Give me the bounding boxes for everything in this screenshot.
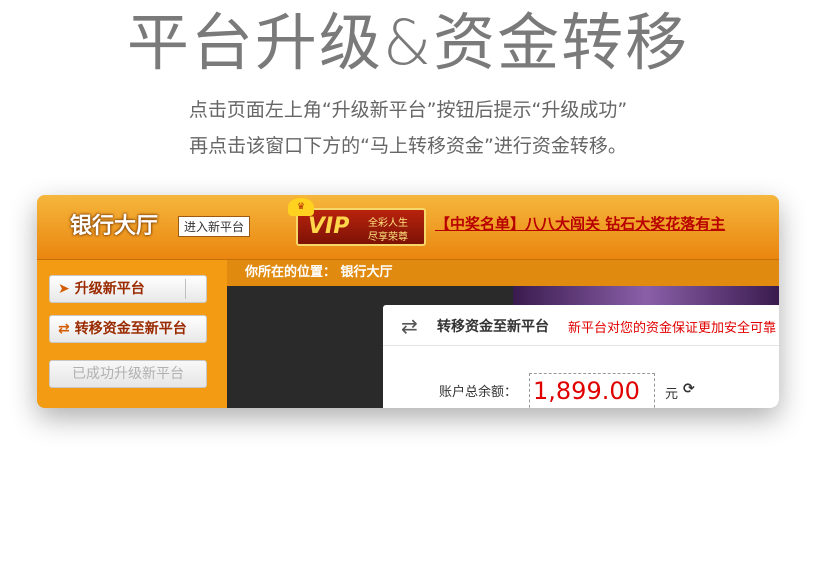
page-title: 平台升级&资金转移 — [126, 6, 690, 79]
vip-label: VIP — [308, 214, 350, 239]
transfer-funds-label: 转移资金至新平台 — [74, 321, 187, 337]
panel-title: 转移资金至新平台 — [437, 319, 549, 335]
vip-banner[interactable]: ♛ VIP 全彩人生 尽享荣尊 — [288, 198, 426, 246]
breadcrumb: 你所在的位置： 银行大厅 — [227, 260, 779, 286]
transfer-panel: ⇄ 转移资金至新平台 新平台对您的资金保证更加安全可靠 账户总余额： 1,899… — [383, 305, 779, 408]
divider — [185, 279, 186, 299]
top-bar: 银行大厅 进入新平台 ♛ VIP 全彩人生 尽享荣尊 【中奖名单】八八大闯关 钻… — [37, 195, 779, 260]
bank-hall-title: 银行大厅 — [70, 214, 159, 239]
vip-slogan-2: 尽享荣尊 — [368, 232, 408, 243]
upgrade-platform-button[interactable]: ➤ 升级新平台 — [49, 275, 207, 303]
upgrade-platform-label: 升级新平台 — [74, 281, 145, 297]
instruction-line-1: 点击页面左上角“升级新平台”按钮后提示“升级成功” — [188, 99, 628, 121]
transfer-funds-button[interactable]: ⇄ 转移资金至新平台 — [49, 315, 207, 343]
enter-new-platform-button[interactable]: 进入新平台 — [178, 216, 251, 237]
breadcrumb-text: 你所在的位置： 银行大厅 — [245, 265, 393, 280]
currency-unit: 元 — [665, 387, 679, 402]
vip-slogan-1: 全彩人生 — [368, 218, 408, 229]
instruction-line-2: 再点击该窗口下方的“马上转移资金”进行资金转移。 — [189, 135, 627, 157]
swap-arrows-icon: ⇄ — [58, 321, 70, 337]
upgraded-status-button: 已成功升级新平台 — [49, 360, 207, 388]
winners-ticker-link[interactable]: 【中奖名单】八八大闯关 钻石大奖花落有主 — [435, 213, 725, 234]
main-content: 你所在的位置： 银行大厅 ⇄ 转移资金至新平台 新平台对您的资金保证更加安全可靠… — [227, 260, 779, 408]
app-screenshot: 银行大厅 进入新平台 ♛ VIP 全彩人生 尽享荣尊 【中奖名单】八八大闯关 钻… — [37, 195, 779, 408]
panel-header: ⇄ 转移资金至新平台 新平台对您的资金保证更加安全可靠 — [383, 305, 779, 346]
balance-label: 账户总余额： — [439, 385, 518, 400]
swap-arrows-icon: ⇄ — [401, 314, 418, 338]
panel-note: 新平台对您的资金保证更加安全可靠 — [568, 321, 777, 336]
sidebar: ➤ 升级新平台 ⇄ 转移资金至新平台 已成功升级新平台 — [37, 260, 227, 408]
refresh-icon[interactable]: ⟳ — [683, 381, 695, 397]
cursor-icon: ➤ — [58, 281, 70, 297]
balance-value: 1,899.00 — [529, 373, 655, 408]
